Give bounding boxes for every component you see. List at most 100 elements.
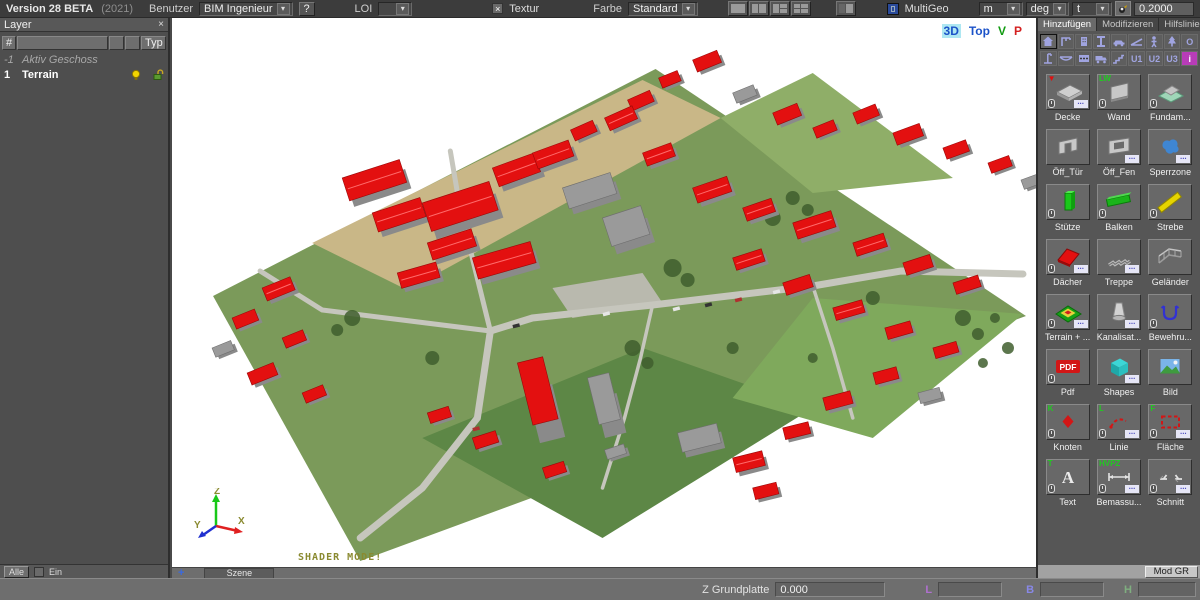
u1-button[interactable]: U1 — [1128, 51, 1145, 66]
viewport-3d[interactable]: 3D Top V P Z X Y SHADER MODE! — [172, 18, 1036, 567]
tool-linie: L...Linie — [1093, 404, 1144, 452]
view-top-button[interactable]: Top — [969, 24, 990, 38]
tool-button[interactable]: PDF — [1046, 349, 1090, 385]
mast-icon[interactable] — [1040, 51, 1057, 66]
layer-row[interactable]: -1Aktiv Geschoss — [2, 52, 166, 67]
benutzer-select[interactable]: BIM Ingenieur ▾ — [199, 2, 292, 16]
tab-szene[interactable]: Szene — [204, 568, 274, 579]
options-dots-badge[interactable]: ... — [1176, 485, 1190, 493]
view-v-button[interactable]: V — [998, 24, 1006, 38]
crane-icon[interactable] — [1058, 34, 1075, 49]
tool-button[interactable] — [1046, 184, 1090, 220]
tool-button[interactable]: ... — [1097, 349, 1141, 385]
tolerance-input[interactable]: 0.2000 — [1134, 2, 1194, 16]
ein-checkbox[interactable] — [34, 567, 44, 577]
options-dots-badge[interactable]: ... — [1176, 155, 1190, 163]
tool-button[interactable]: ... — [1148, 459, 1192, 495]
options-dots-badge[interactable]: ... — [1074, 320, 1088, 328]
tool-button[interactable]: L... — [1097, 404, 1141, 440]
layer-col-name[interactable] — [17, 36, 108, 50]
ramp-icon[interactable] — [1128, 34, 1145, 49]
options-dots-badge[interactable]: ... — [1125, 155, 1139, 163]
car-icon[interactable] — [1111, 34, 1128, 49]
options-dots-badge[interactable]: ... — [1125, 320, 1139, 328]
options-dots-badge[interactable]: ... — [1125, 265, 1139, 273]
tool-button[interactable] — [1148, 349, 1192, 385]
b-input[interactable] — [1040, 582, 1104, 597]
u2-button[interactable]: U2 — [1146, 51, 1163, 66]
close-icon[interactable]: × — [158, 19, 164, 30]
options-dots-badge[interactable]: ... — [1074, 265, 1088, 273]
layer-col-number[interactable]: # — [2, 36, 16, 50]
options-dots-badge[interactable]: ... — [1125, 485, 1139, 493]
layout-three-pane-button[interactable] — [770, 1, 790, 16]
tool-button[interactable]: F... — [1148, 404, 1192, 440]
tool-button[interactable] — [1046, 129, 1090, 165]
loi-select[interactable]: ▾ — [378, 2, 412, 16]
tool-sperrzone: ...Sperrzone — [1145, 129, 1196, 177]
layout-single-button[interactable] — [728, 1, 748, 16]
textur-checkbox[interactable]: × — [492, 3, 503, 14]
tool-button[interactable]: ... — [1046, 294, 1090, 330]
tool-button[interactable]: ... — [1097, 129, 1141, 165]
options-dots-badge[interactable]: ... — [1125, 430, 1139, 438]
layout-two-vertical-button[interactable] — [749, 1, 769, 16]
unit-weight-select[interactable]: t ▾ — [1072, 2, 1112, 16]
z-grundplatte-input[interactable]: 0.000 — [775, 582, 885, 597]
steel-beam-icon[interactable] — [1093, 34, 1110, 49]
tool-button[interactable] — [1148, 74, 1192, 110]
tab-hinzufügen[interactable]: Hinzufügen — [1038, 18, 1097, 31]
tool-button[interactable]: ... — [1097, 294, 1141, 330]
options-dots-badge[interactable]: ... — [1176, 430, 1190, 438]
tool-button[interactable]: LW — [1097, 74, 1141, 110]
layout-split-view-button[interactable] — [836, 1, 856, 16]
l-input[interactable] — [938, 582, 1002, 597]
farbe-select[interactable]: Standard ▾ — [628, 2, 698, 16]
house-icon[interactable] — [1040, 34, 1057, 49]
tool-button[interactable]: K — [1046, 404, 1090, 440]
tree-icon[interactable] — [1164, 34, 1181, 49]
options-dots-badge[interactable]: ... — [1074, 100, 1088, 108]
tool-button[interactable]: HVPZ... — [1097, 459, 1141, 495]
tool-button[interactable] — [1148, 294, 1192, 330]
alle-button[interactable]: Alle — [4, 566, 29, 578]
mod-gr-button[interactable]: Mod GR — [1145, 566, 1198, 578]
tool-button[interactable] — [1148, 239, 1192, 275]
layer-col-lock[interactable] — [125, 36, 140, 50]
tool-corner-flag: LW — [1099, 75, 1111, 83]
mouse-badge-icon — [1150, 484, 1157, 493]
tab-modifizieren[interactable]: Modifizieren — [1097, 18, 1159, 31]
bridge-icon[interactable] — [1058, 51, 1075, 66]
tool-button[interactable]: ... — [1148, 129, 1192, 165]
truck-icon[interactable] — [1093, 51, 1110, 66]
u3-button[interactable]: U3 — [1164, 51, 1181, 66]
layer-row[interactable]: 1Terrain — [2, 67, 166, 82]
letter-o-button[interactable]: O — [1181, 34, 1198, 49]
layout-four-pane-button[interactable] — [791, 1, 811, 16]
view-3d-button[interactable]: 3D — [942, 24, 961, 38]
layer-col-visibility[interactable] — [109, 36, 124, 50]
tab-hilfslinien[interactable]: Hilfslinien — [1159, 18, 1200, 31]
app-version-year: (2021) — [101, 3, 133, 15]
tolerance-icon[interactable] — [1115, 1, 1131, 16]
unit-length-select[interactable]: m ▾ — [979, 2, 1023, 16]
terrain-scene[interactable] — [172, 18, 1036, 567]
help-button[interactable]: ? — [299, 2, 315, 16]
options-dots-badge[interactable]: ... — [1125, 375, 1139, 383]
embankment-icon[interactable] — [1111, 51, 1128, 66]
person-icon[interactable] — [1146, 34, 1163, 49]
building-icon[interactable] — [1075, 34, 1092, 49]
view-p-button[interactable]: P — [1014, 24, 1022, 38]
tool-button[interactable]: ... — [1097, 239, 1141, 275]
h-input[interactable] — [1138, 582, 1196, 597]
tool-button[interactable]: ▼... — [1046, 74, 1090, 110]
layer-col-typ[interactable]: Typ — [141, 36, 166, 50]
unit-angle-select[interactable]: deg ▾ — [1026, 2, 1069, 16]
tool-button[interactable] — [1097, 184, 1141, 220]
tool-button[interactable]: ... — [1046, 239, 1090, 275]
road-icon[interactable] — [1075, 51, 1092, 66]
info-button[interactable]: i — [1181, 51, 1198, 66]
tool-button[interactable]: AT — [1046, 459, 1090, 495]
multigeo-icon[interactable] — [887, 3, 899, 15]
tool-button[interactable] — [1148, 184, 1192, 220]
